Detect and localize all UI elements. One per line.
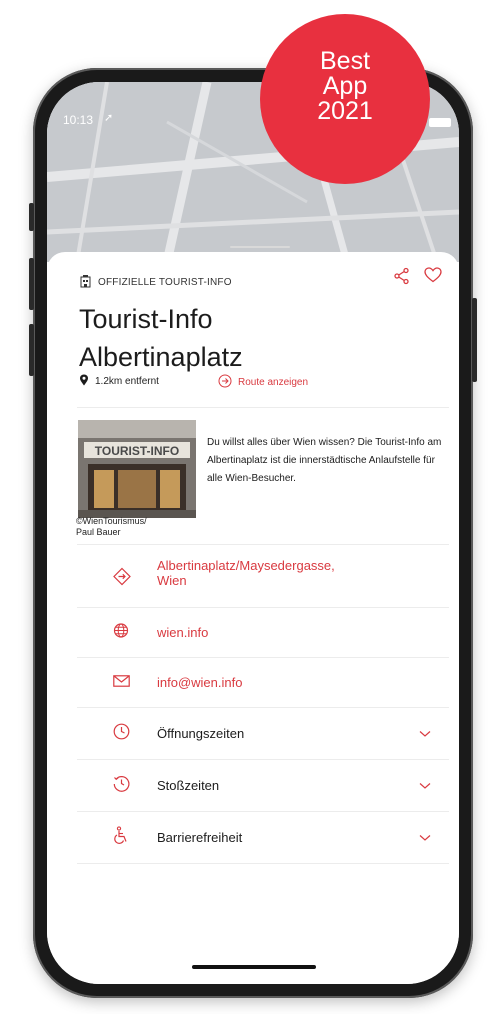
power-button <box>472 298 477 382</box>
volume-up-button <box>29 258 34 310</box>
peak-times-row[interactable]: Stoßzeiten <box>47 761 459 811</box>
badge-line2: App <box>322 72 368 100</box>
side-button <box>29 203 34 231</box>
opening-hours-row[interactable]: Öffnungszeiten <box>47 709 459 759</box>
place-title-line2: Albertinaplatz <box>79 342 243 372</box>
address-line1: Albertinaplatz/Maysedergasse, <box>157 558 335 573</box>
status-time: 10:13 <box>63 113 94 127</box>
chevron-down-icon <box>419 725 431 743</box>
sheet-grabber[interactable] <box>230 246 290 248</box>
globe-icon <box>113 623 129 644</box>
place-title-line1: Tourist-Info <box>79 304 213 334</box>
route-icon <box>218 374 232 391</box>
divider <box>77 863 449 864</box>
divider <box>77 657 449 658</box>
directions-icon <box>113 567 131 591</box>
badge-line3: 2021 <box>317 97 373 125</box>
email-link: info@wien.info <box>157 675 243 690</box>
address-row[interactable]: Albertinaplatz/Maysedergasse, Wien <box>47 552 459 606</box>
clock-icon <box>113 723 130 745</box>
share-icon[interactable] <box>393 267 411 290</box>
address-text: Albertinaplatz/Maysedergasse, Wien <box>157 558 335 588</box>
envelope-icon <box>113 674 130 692</box>
phone-frame: OFFIZIELLE TOURIST-INFO Tourist-Info Alb… <box>29 68 477 998</box>
location-arrow-icon: ➚ <box>104 112 114 124</box>
distance-text: 1.2km entfernt <box>95 376 159 387</box>
home-indicator[interactable] <box>192 965 316 969</box>
photo-caption: ©WienTourismus/ Paul Bauer <box>76 516 216 538</box>
place-description: Du willst alles über Wien wissen? Die To… <box>207 437 442 484</box>
info-building-icon <box>79 274 93 291</box>
peak-times-label: Stoßzeiten <box>157 778 220 793</box>
opening-hours-label: Öffnungszeiten <box>157 726 245 741</box>
volume-down-button <box>29 324 34 376</box>
divider <box>77 759 449 760</box>
photo-caption-line2: Paul Bauer <box>76 527 121 537</box>
accessibility-label: Barrierefreiheit <box>157 830 243 845</box>
place-detail-sheet: OFFIZIELLE TOURIST-INFO Tourist-Info Alb… <box>47 246 459 984</box>
chevron-down-icon <box>419 829 431 847</box>
place-title: Tourist-Info Albertinaplatz <box>79 300 243 376</box>
route-label: Route anzeigen <box>238 377 309 388</box>
divider <box>77 811 449 812</box>
divider <box>77 607 449 608</box>
place-photo[interactable]: TOURIST-INFO <box>78 420 196 518</box>
divider <box>77 544 449 545</box>
category-label: OFFIZIELLE TOURIST-INFO <box>79 274 232 291</box>
award-badge: Best App 2021 <box>260 14 430 184</box>
wheelchair-icon <box>113 826 129 850</box>
divider <box>77 407 449 408</box>
divider <box>77 707 449 708</box>
photo-caption-line1: ©WienTourismus/ <box>76 516 147 526</box>
distance-info: 1.2km entfernt <box>79 374 159 389</box>
battery-icon <box>429 118 451 127</box>
address-line2: Wien <box>157 573 187 588</box>
favorite-heart-icon[interactable] <box>424 267 442 288</box>
badge-line1: Best <box>319 47 371 75</box>
website-row[interactable]: wien.info <box>47 609 459 657</box>
accessibility-row[interactable]: Barrierefreiheit <box>47 813 459 863</box>
email-row[interactable]: info@wien.info <box>47 659 459 707</box>
route-link[interactable]: Route anzeigen <box>218 374 308 391</box>
category-text: OFFIZIELLE TOURIST-INFO <box>98 277 232 288</box>
history-clock-icon <box>113 775 130 797</box>
website-link: wien.info <box>157 625 209 640</box>
location-pin-icon <box>79 374 89 389</box>
chevron-down-icon <box>419 777 431 795</box>
photo-sign-text: TOURIST-INFO <box>95 444 179 458</box>
phone-screen: OFFIZIELLE TOURIST-INFO Tourist-Info Alb… <box>47 82 459 984</box>
